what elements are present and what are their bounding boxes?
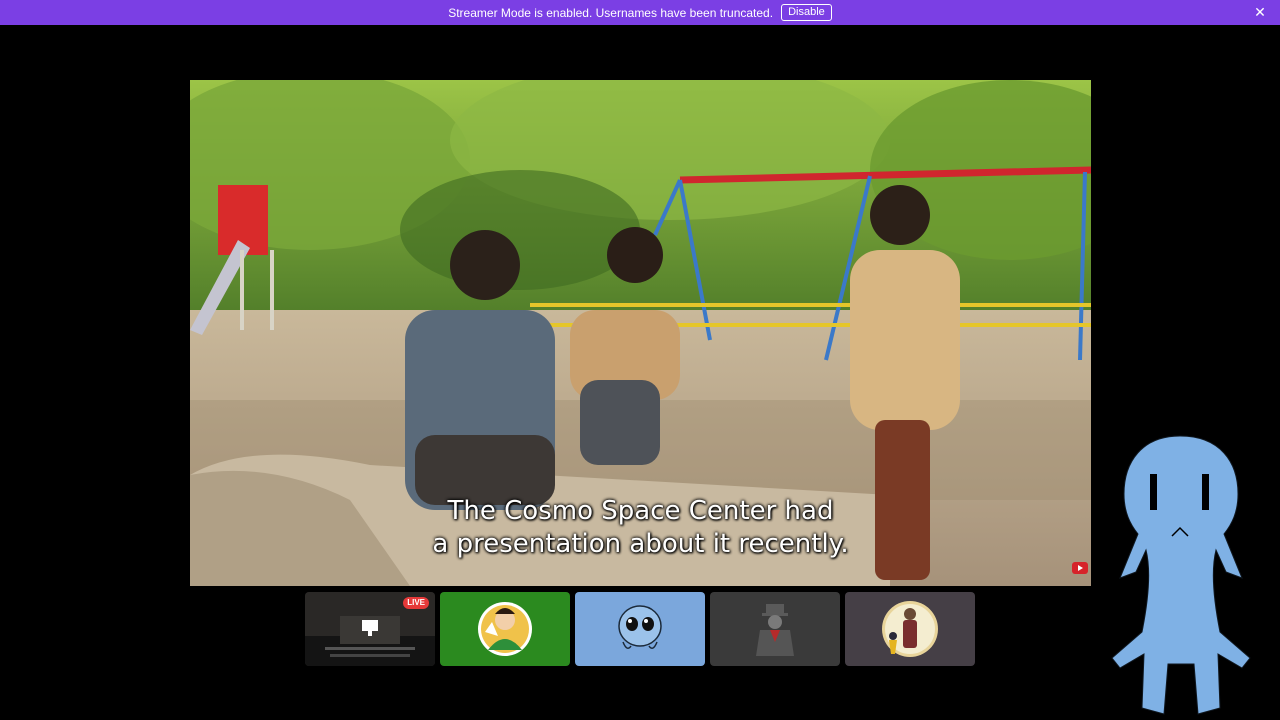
participant-strip: LIVE <box>305 592 975 666</box>
streamer-mode-banner: Streamer Mode is enabled. Usernames have… <box>0 0 1280 25</box>
disable-streamer-mode-button[interactable]: Disable <box>781 4 832 21</box>
participant-tile-3[interactable] <box>575 592 705 666</box>
avatar-icon <box>478 602 532 656</box>
participant-tile-screen-share[interactable]: LIVE <box>305 592 435 666</box>
character-group-icon <box>882 601 938 657</box>
close-icon[interactable]: ✕ <box>1252 4 1268 20</box>
participant-tile-2[interactable] <box>440 592 570 666</box>
subtitle-line-2: a presentation about it recently. <box>432 529 849 559</box>
streamer-mode-message: Streamer Mode is enabled. Usernames have… <box>448 5 774 20</box>
participant-tile-5[interactable] <box>845 592 975 666</box>
youtube-icon[interactable] <box>1072 562 1088 574</box>
blue-creature-icon <box>618 605 662 649</box>
masked-character-icon <box>756 604 794 656</box>
video-player[interactable]: The Cosmo Space Center had a presentatio… <box>190 80 1091 586</box>
live-badge: LIVE <box>403 597 429 609</box>
subtitle-line-1: The Cosmo Space Center had <box>447 496 834 526</box>
blue-alien-icon <box>1111 435 1251 715</box>
participant-tile-4[interactable] <box>710 592 840 666</box>
video-subtitles: The Cosmo Space Center had a presentatio… <box>190 495 1091 561</box>
